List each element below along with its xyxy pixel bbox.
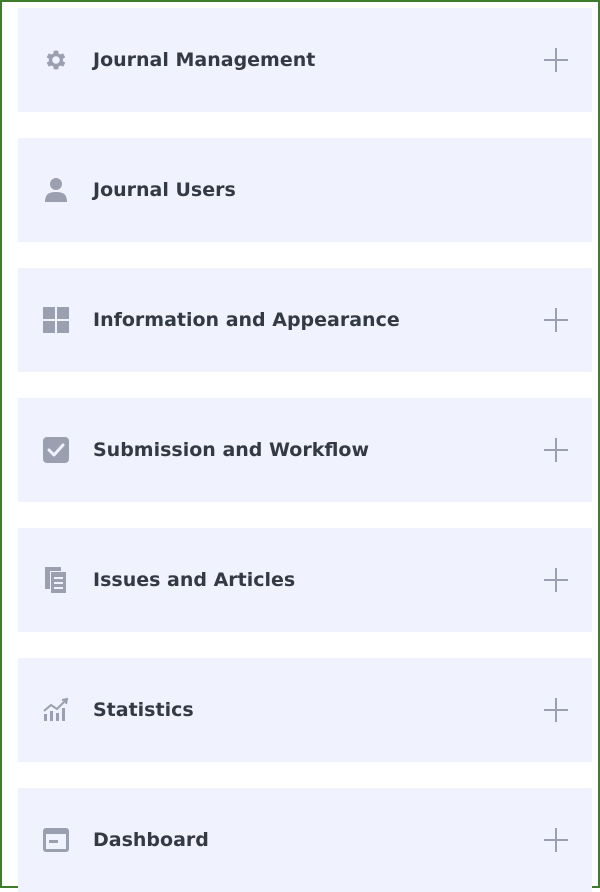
gear-icon bbox=[40, 44, 72, 76]
menu-item-journal-users[interactable]: Journal Users bbox=[18, 138, 592, 242]
menu-item-journal-management[interactable]: Journal Management bbox=[18, 8, 592, 112]
menu-item-information-appearance[interactable]: Information and Appearance bbox=[18, 268, 592, 372]
menu-label: Information and Appearance bbox=[93, 309, 400, 331]
menu-label: Journal Management bbox=[93, 49, 316, 71]
plus-icon[interactable] bbox=[544, 568, 568, 592]
user-icon bbox=[40, 174, 72, 206]
chart-icon bbox=[40, 694, 72, 726]
checkbox-icon bbox=[40, 434, 72, 466]
menu-item-statistics[interactable]: Statistics bbox=[18, 658, 592, 762]
plus-icon[interactable] bbox=[544, 698, 568, 722]
plus-icon[interactable] bbox=[544, 438, 568, 462]
menu-item-issues-articles[interactable]: Issues and Articles bbox=[18, 528, 592, 632]
plus-icon[interactable] bbox=[544, 308, 568, 332]
menu-label: Journal Users bbox=[93, 179, 236, 201]
menu-label: Dashboard bbox=[93, 829, 209, 851]
menu-item-dashboard[interactable]: Dashboard bbox=[18, 788, 592, 892]
menu-label: Issues and Articles bbox=[93, 569, 296, 591]
menu-label: Statistics bbox=[93, 699, 194, 721]
menu-label: Submission and Workflow bbox=[93, 439, 370, 461]
menu-item-submission-workflow[interactable]: Submission and Workflow bbox=[18, 398, 592, 502]
grid-icon bbox=[40, 304, 72, 336]
dashboard-icon bbox=[40, 824, 72, 856]
documents-icon bbox=[40, 564, 72, 596]
plus-icon[interactable] bbox=[544, 828, 568, 852]
sidebar-menu: Journal Management Journal Users Informa… bbox=[0, 0, 600, 892]
plus-icon[interactable] bbox=[544, 48, 568, 72]
